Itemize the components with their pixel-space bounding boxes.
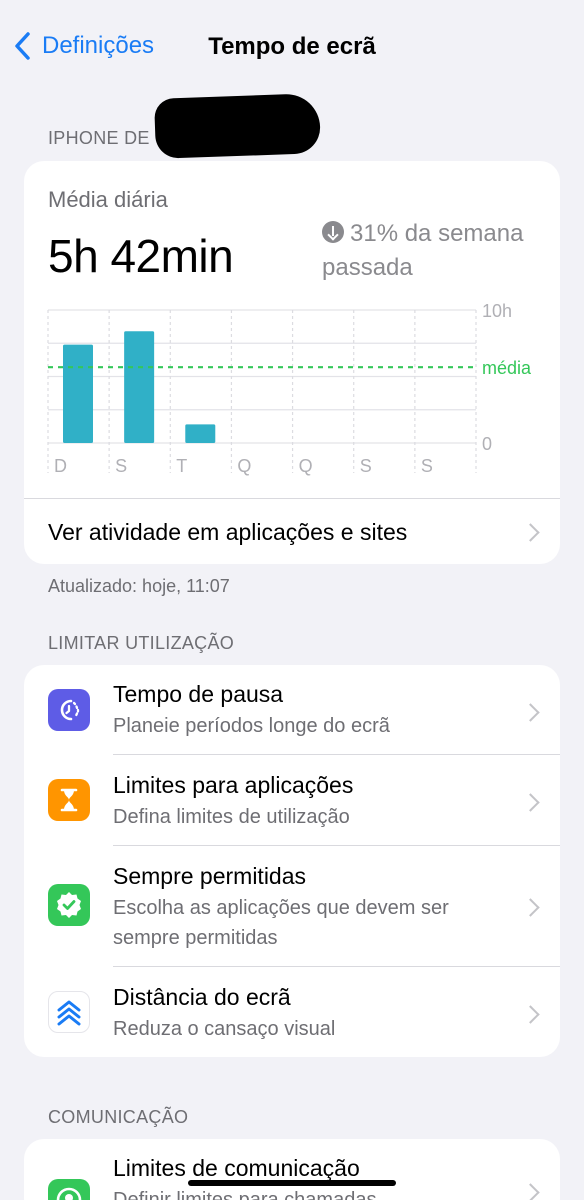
screen-distance-title: Distância do ecrã	[113, 984, 291, 1010]
app-limits-subtitle: Defina limites de utilização	[113, 806, 350, 828]
chart-x-tick-label: S	[421, 456, 433, 476]
downtime-row[interactable]: Tempo de pausa Planeie períodos longe do…	[24, 665, 560, 755]
chart-bar	[185, 424, 216, 443]
screen-distance-subtitle: Reduza o cansaço visual	[113, 1018, 336, 1040]
view-activity-label: Ver atividade em aplicações e sites	[48, 519, 408, 545]
usage-chart-svg: média 10h 0 D S T Q Q S S	[47, 301, 532, 476]
chart-x-tick-label: Q	[299, 456, 313, 476]
limit-usage-card: Tempo de pausa Planeie períodos longe do…	[24, 665, 560, 1057]
navigation-bar: Definições Tempo de ecrã	[0, 0, 584, 95]
weekly-change: 31% da semana passada	[322, 217, 542, 285]
chart-x-tick-label: D	[54, 456, 67, 476]
chevron-right-icon	[524, 1005, 536, 1025]
page-title-text: Tempo de ecrã	[208, 33, 376, 60]
communication-limits-subtitle: Definir limites para chamadas	[113, 1189, 377, 1200]
updated-timestamp: Atualizado: hoje, 11:07	[48, 576, 230, 596]
communication-card: Limites de comunicação Definir limites p…	[24, 1139, 560, 1200]
chart-average-label: média	[482, 358, 532, 378]
chart-x-tick-label: T	[176, 456, 187, 476]
screen-distance-row[interactable]: Distância do ecrã Reduza o cansaço visua…	[24, 967, 560, 1057]
chevron-right-icon	[524, 793, 536, 813]
downtime-icon	[48, 689, 90, 731]
device-section-header: IPHONE DE	[48, 128, 150, 148]
always-allowed-title: Sempre permitidas	[113, 863, 307, 889]
communication-section-header: COMUNICAÇÃO	[48, 1107, 189, 1127]
usage-summary-card: Média diária 5h 42min 31% da semana pass…	[24, 161, 560, 564]
limit-section-header: LIMITAR UTILIZAÇÃO	[48, 633, 235, 653]
chevron-right-icon	[524, 1183, 536, 1200]
daily-average-label: Média diária	[48, 187, 168, 212]
chart-x-tick-label: S	[360, 456, 372, 476]
chart-bar	[63, 344, 93, 443]
daily-average-value: 5h 42min	[48, 230, 234, 282]
chart-y-tick-label: 0	[482, 434, 492, 454]
redaction-mark	[154, 93, 321, 159]
view-activity-row[interactable]: Ver atividade em aplicações e sites	[24, 498, 560, 564]
app-limits-title: Limites para aplicações	[113, 772, 354, 798]
always-allowed-row[interactable]: Sempre permitidas Escolha as aplicações …	[24, 846, 560, 967]
chevron-right-icon	[524, 523, 536, 543]
chart-x-tick-label: Q	[237, 456, 251, 476]
page-title: Tempo de ecrã	[0, 33, 584, 61]
chart-x-tick-label: S	[115, 456, 127, 476]
chart-y-tick-label: 10h	[482, 301, 512, 321]
app-limits-row[interactable]: Limites para aplicações Defina limites d…	[24, 755, 560, 846]
usage-chart[interactable]: média 10h 0 D S T Q Q S S	[24, 301, 560, 501]
downtime-subtitle: Planeie períodos longe do ecrã	[113, 715, 390, 737]
arrow-down-circle-icon	[322, 221, 344, 243]
contact-icon	[48, 1179, 90, 1200]
checkmark-badge-icon	[48, 884, 90, 926]
chart-bar	[124, 331, 155, 443]
always-allowed-subtitle: Escolha as aplicações que devem ser semp…	[113, 897, 449, 949]
weekly-change-text: 31% da semana passada	[322, 220, 524, 281]
hourglass-icon	[48, 779, 90, 821]
communication-limits-title: Limites de comunicação	[113, 1155, 360, 1181]
chevron-right-icon	[524, 703, 536, 723]
chevron-right-icon	[524, 898, 536, 918]
screen-time-page: Definições Tempo de ecrã IPHONE DE Média…	[0, 0, 584, 1200]
chevrons-up-icon	[48, 991, 90, 1033]
downtime-title: Tempo de pausa	[113, 681, 284, 707]
home-indicator	[188, 1180, 396, 1186]
communication-limits-row[interactable]: Limites de comunicação Definir limites p…	[24, 1139, 560, 1200]
